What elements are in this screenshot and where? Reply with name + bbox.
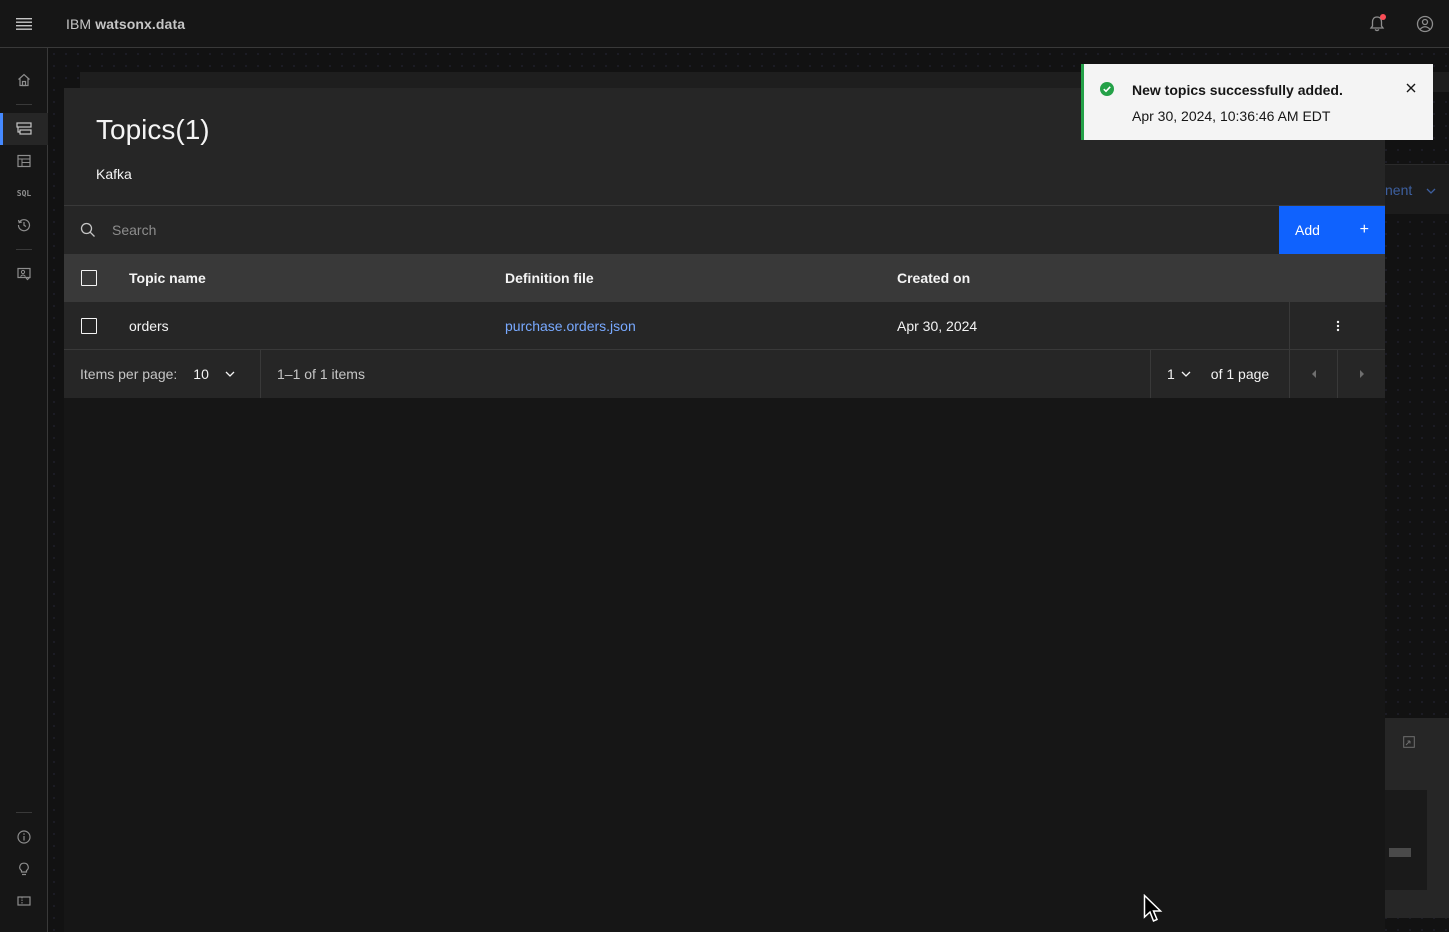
nav-infrastructure-manager[interactable] (0, 113, 48, 145)
checkmark-filled-icon (1100, 82, 1114, 96)
pagination-range: 1–1 of 1 items (277, 366, 365, 382)
infrastructure-icon (16, 122, 32, 135)
table-header: Topic name Definition file Created on (64, 254, 1385, 302)
column-header-created-on: Created on (897, 270, 971, 286)
nav-sql[interactable]: SQL (0, 177, 48, 209)
topic-name-cell: orders (129, 317, 169, 334)
chevron-down-icon (225, 371, 235, 377)
page-select-value: 1 (1167, 366, 1175, 382)
toast-title: New topics successfully added. (1132, 82, 1343, 98)
hamburger-menu-icon[interactable] (0, 0, 48, 48)
created-on-cell: Apr 30, 2024 (897, 317, 978, 334)
modal-title: Topics(1) (96, 114, 210, 145)
pagination: Items per page: 10 1–1 of 1 items 1 of 1… (64, 350, 1385, 398)
data-table-icon (17, 154, 31, 168)
background-card-inner (1385, 790, 1427, 890)
row-overflow-menu[interactable] (1289, 301, 1385, 350)
side-navigation: SQL (0, 48, 48, 932)
home-icon (18, 73, 30, 87)
app-title[interactable]: IBM watsonx.data (66, 16, 185, 32)
items-per-page-select[interactable]: 10 (193, 366, 235, 382)
topics-modal: Topics(1) Kafka Add + Topic name Definit… (64, 88, 1385, 932)
search-container (64, 206, 1279, 254)
of-pages-label: of 1 page (1210, 366, 1270, 382)
expand-icon (1403, 736, 1415, 748)
add-button-label: Add (1295, 222, 1320, 238)
mouse-pointer-icon (1143, 894, 1163, 922)
search-input[interactable] (112, 222, 712, 238)
items-per-page-label: Items per page: (80, 366, 178, 382)
top-header: IBM watsonx.data (0, 0, 1449, 48)
caret-left-icon (1311, 370, 1316, 378)
plus-icon: + (1359, 221, 1369, 238)
items-per-page-value: 10 (193, 366, 209, 382)
nav-ideas[interactable] (0, 853, 48, 885)
nav-info[interactable] (0, 821, 48, 853)
lightbulb-icon (19, 862, 29, 876)
modal-subtitle: Kafka (96, 166, 132, 182)
nav-home[interactable] (0, 64, 48, 96)
nav-data-manager[interactable] (0, 145, 48, 177)
brand-prefix: IBM (66, 15, 92, 32)
definition-file-link[interactable]: purchase.orders.json (505, 318, 636, 334)
column-header-topic-name: Topic name (129, 270, 206, 286)
table-toolbar: Add + (64, 206, 1385, 254)
toast-close-button[interactable] (1401, 78, 1421, 98)
history-icon (17, 219, 31, 232)
search-icon (80, 222, 95, 237)
ticket-icon (17, 896, 31, 906)
chevron-down-icon (1181, 371, 1191, 377)
nav-ticket[interactable] (0, 885, 48, 917)
add-topic-button[interactable]: Add + (1279, 206, 1385, 254)
page-select[interactable]: 1 (1167, 366, 1191, 382)
brand-name: watsonx.data (95, 15, 186, 32)
nav-access-control[interactable] (0, 258, 48, 290)
close-icon (1406, 83, 1416, 93)
user-avatar-button[interactable] (1401, 0, 1449, 48)
caret-right-icon (1359, 370, 1364, 378)
background-bar (1389, 848, 1411, 857)
background-dropdown[interactable]: nent (1385, 182, 1436, 198)
user-avatar-icon (1416, 15, 1434, 33)
nav-query-history[interactable] (0, 209, 48, 241)
user-access-icon (17, 267, 31, 281)
nav-divider (16, 812, 32, 813)
row-checkbox[interactable] (81, 317, 97, 334)
nav-divider (16, 104, 32, 105)
select-all-checkbox[interactable] (81, 270, 97, 286)
notification-badge (1380, 14, 1386, 20)
next-page-button[interactable] (1337, 350, 1385, 398)
nav-divider (16, 249, 32, 250)
column-header-definition-file: Definition file (505, 270, 594, 286)
previous-page-button[interactable] (1289, 350, 1337, 398)
notification-button[interactable] (1353, 0, 1401, 48)
background-dropdown-label: nent (1385, 182, 1413, 198)
overflow-menu-vertical-icon (1336, 320, 1339, 331)
topics-table: Topic name Definition file Created on or… (64, 254, 1385, 398)
success-toast: New topics successfully added. Apr 30, 2… (1081, 64, 1433, 140)
info-icon (17, 830, 31, 844)
table-row: orders purchase.orders.json Apr 30, 2024 (64, 301, 1385, 350)
toast-timestamp: Apr 30, 2024, 10:36:46 AM EDT (1132, 108, 1331, 124)
chevron-down-icon (1426, 188, 1436, 194)
sql-icon: SQL (16, 188, 32, 198)
